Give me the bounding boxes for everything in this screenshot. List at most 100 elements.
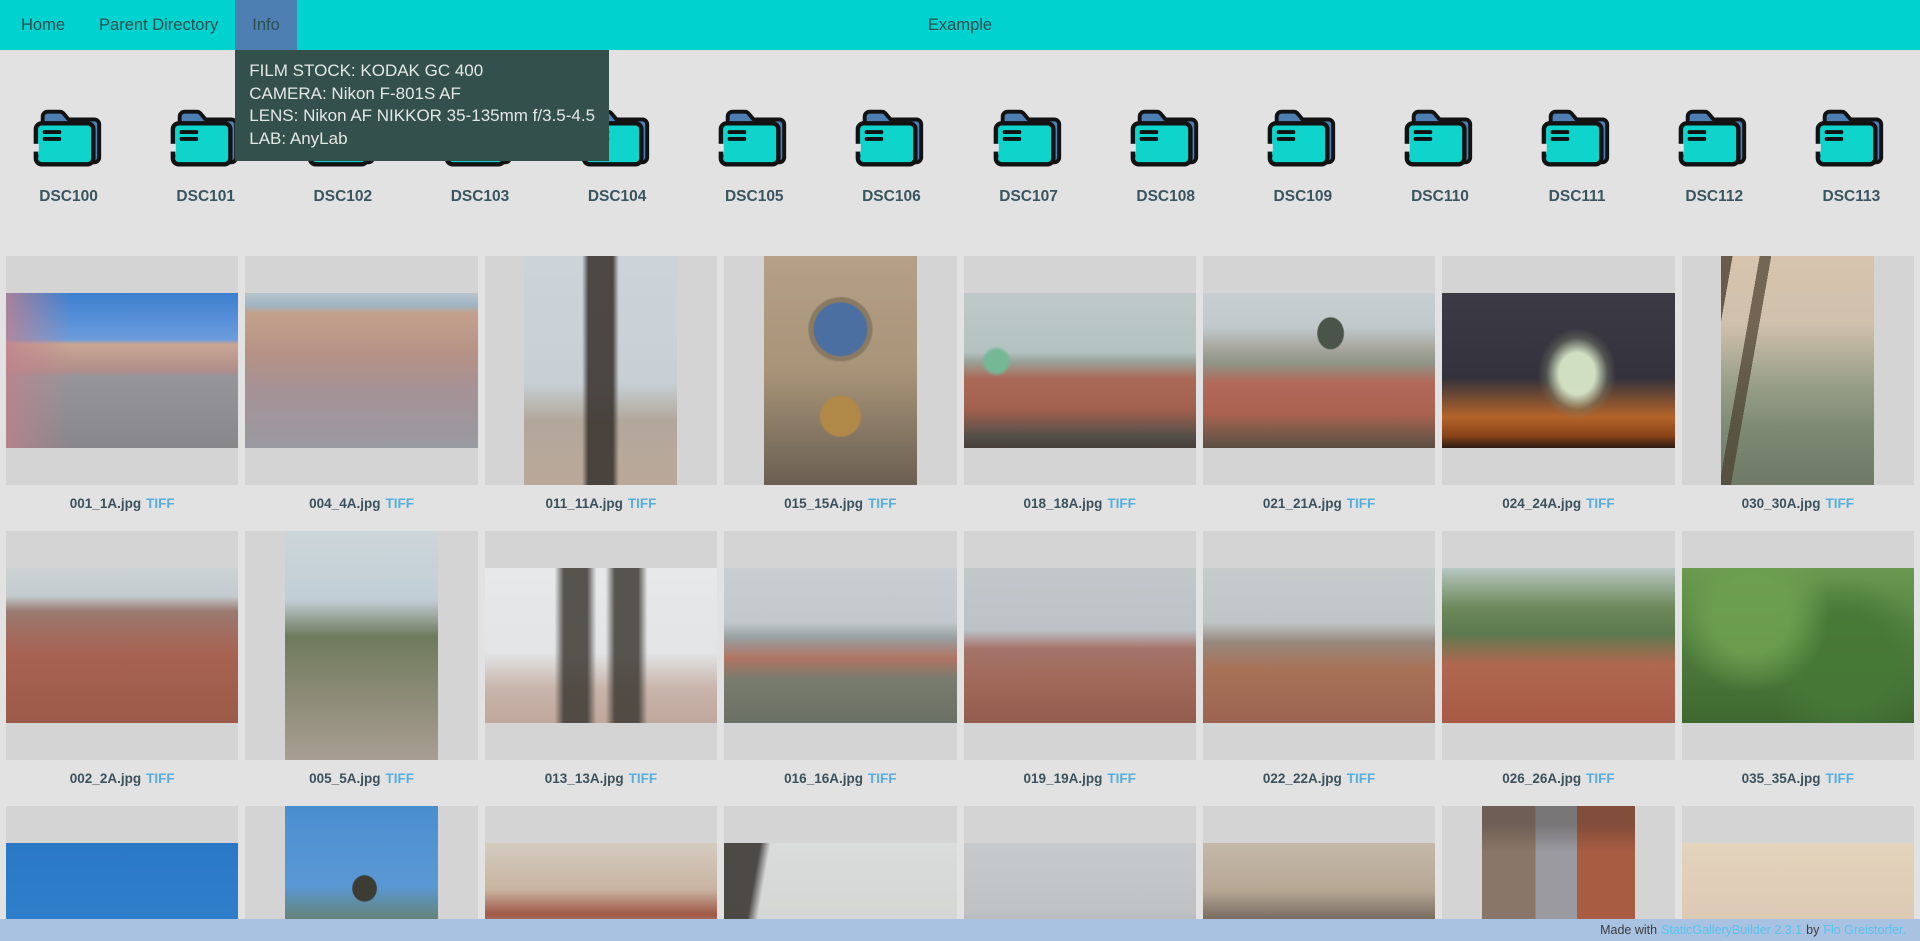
gallery-cell: 018_18A.jpgTIFF (964, 256, 1196, 526)
tiff-link[interactable]: TIFF (1586, 496, 1615, 511)
photo-thumbnail[interactable] (1682, 568, 1914, 723)
tiff-link[interactable]: TIFF (1107, 496, 1136, 511)
photo-filename: 016_16A.jpg (784, 771, 863, 786)
photo-thumbnail[interactable] (724, 568, 956, 723)
folder-icon (1671, 98, 1757, 174)
nav-item-info[interactable]: Info FILM STOCK: KODAK GC 400 CAMERA: Ni… (235, 0, 297, 50)
tiff-link[interactable]: TIFF (1107, 771, 1136, 786)
photo-caption: 016_16A.jpg TIFF (724, 771, 956, 786)
photo-thumbnail[interactable] (524, 256, 677, 485)
photo-tile[interactable] (724, 256, 956, 485)
gallery-cell: 030_30A.jpgTIFF (1682, 256, 1914, 526)
tiff-link[interactable]: TIFF (146, 496, 175, 511)
photo-caption: 015_15A.jpgTIFF (724, 496, 956, 511)
builder-link[interactable]: StaticGalleryBuilder 2.3.1 (1661, 923, 1802, 937)
nav-item-label: Info (252, 16, 280, 35)
folder-item-dsc111[interactable]: DSC111 (1509, 98, 1646, 206)
photo-caption: 001_1A.jpg TIFF (6, 496, 238, 511)
folder-item-dsc106[interactable]: DSC106 (823, 98, 960, 206)
folder-item-dsc105[interactable]: DSC105 (686, 98, 823, 206)
folder-label: DSC106 (862, 188, 921, 206)
photo-filename: 005_5A.jpg (309, 771, 380, 786)
photo-tile[interactable] (245, 256, 477, 485)
nav-item-home[interactable]: Home (4, 0, 82, 50)
nav-item-label: Home (21, 16, 65, 35)
folder-icon (1260, 98, 1346, 174)
tiff-link[interactable]: TIFF (1347, 771, 1376, 786)
nav-item-parent-directory[interactable]: Parent Directory (82, 0, 235, 50)
photo-tile[interactable] (485, 256, 717, 485)
photo-caption: 024_24A.jpg TIFF (1442, 496, 1674, 511)
info-tooltip: FILM STOCK: KODAK GC 400 CAMERA: Nikon F… (235, 50, 609, 161)
photo-thumbnail[interactable] (6, 293, 238, 448)
photo-thumbnail[interactable] (485, 568, 717, 723)
photo-thumbnail[interactable] (1203, 568, 1435, 723)
folder-label: DSC110 (1411, 188, 1469, 206)
photo-caption: 035_35A.jpgTIFF (1682, 771, 1914, 786)
footer-bar: Made with StaticGalleryBuilder 2.3.1 by … (0, 919, 1920, 941)
folder-label: DSC109 (1274, 188, 1333, 206)
photo-thumbnail[interactable] (964, 293, 1196, 448)
tiff-link[interactable]: TIFF (385, 496, 414, 511)
photo-tile[interactable] (6, 531, 238, 760)
tiff-link[interactable]: TIFF (628, 496, 657, 511)
tiff-link[interactable]: TIFF (146, 771, 175, 786)
photo-thumbnail[interactable] (1203, 293, 1435, 448)
photo-filename: 013_13A.jpg (545, 771, 624, 786)
gallery-grid: 001_1A.jpgTIFF004_4A.jpgTIFF011_11A.jpgT… (6, 256, 1914, 941)
photo-thumbnail[interactable] (6, 568, 238, 723)
tiff-link[interactable]: TIFF (629, 771, 658, 786)
gallery-cell: 019_19A.jpg TIFF (964, 531, 1196, 801)
photo-tile[interactable] (245, 531, 477, 760)
photo-tile[interactable] (724, 531, 956, 760)
photo-tile[interactable] (964, 531, 1196, 760)
photo-tile[interactable] (964, 256, 1196, 485)
photo-thumbnail[interactable] (1442, 293, 1674, 448)
gallery-cell: 001_1A.jpg TIFF (6, 256, 238, 526)
photo-thumbnail[interactable] (1442, 568, 1674, 723)
photo-tile[interactable] (1203, 531, 1435, 760)
photo-filename: 024_24A.jpg (1502, 496, 1581, 511)
photo-tile[interactable] (1203, 256, 1435, 485)
photo-filename: 026_26A.jpg (1502, 771, 1581, 786)
folder-item-dsc100[interactable]: DSC100 (0, 98, 137, 206)
photo-caption: 026_26A.jpg TIFF (1442, 771, 1674, 786)
photo-tile[interactable] (1682, 531, 1914, 760)
gallery-cell: 013_13A.jpg TIFF (485, 531, 717, 801)
folder-item-dsc110[interactable]: DSC110 (1371, 98, 1508, 206)
photo-filename: 021_21A.jpg (1263, 496, 1342, 511)
photo-thumbnail[interactable] (245, 293, 477, 448)
photo-thumbnail[interactable] (964, 568, 1196, 723)
tiff-link[interactable]: TIFF (1825, 771, 1854, 786)
tiff-link[interactable]: TIFF (868, 496, 897, 511)
folder-item-dsc112[interactable]: DSC112 (1646, 98, 1783, 206)
photo-tile[interactable] (1442, 256, 1674, 485)
photo-tile[interactable] (1442, 531, 1674, 760)
tiff-link[interactable]: TIFF (1586, 771, 1615, 786)
photo-caption: 021_21A.jpg TIFF (1203, 496, 1435, 511)
photo-thumbnail[interactable] (764, 256, 917, 485)
tooltip-line-lens: LENS: Nikon AF NIKKOR 35-135mm f/3.5-4.5 (249, 105, 595, 128)
photo-thumbnail[interactable] (285, 531, 438, 760)
photo-tile[interactable] (6, 256, 238, 485)
folder-item-dsc109[interactable]: DSC109 (1234, 98, 1371, 206)
photo-filename: 001_1A.jpg (70, 496, 141, 511)
tooltip-line-camera: CAMERA: Nikon F-801S AF (249, 83, 595, 106)
tiff-link[interactable]: TIFF (1347, 496, 1376, 511)
photo-tile[interactable] (485, 531, 717, 760)
folder-item-dsc107[interactable]: DSC107 (960, 98, 1097, 206)
top-nav-bar: Home Parent Directory Info FILM STOCK: K… (0, 0, 1920, 50)
tiff-link[interactable]: TIFF (1825, 496, 1854, 511)
tiff-link[interactable]: TIFF (868, 771, 897, 786)
tooltip-line-film-stock: FILM STOCK: KODAK GC 400 (249, 60, 595, 83)
folder-item-dsc113[interactable]: DSC113 (1783, 98, 1920, 206)
folder-label: DSC103 (451, 188, 510, 206)
footer-by-text: by (1806, 923, 1819, 937)
author-link[interactable]: Flo Greistorfer. (1823, 923, 1906, 937)
tiff-link[interactable]: TIFF (385, 771, 414, 786)
photo-tile[interactable] (1682, 256, 1914, 485)
photo-thumbnail[interactable] (1721, 256, 1874, 485)
gallery-cell: 016_16A.jpg TIFF (724, 531, 956, 801)
folder-item-dsc108[interactable]: DSC108 (1097, 98, 1234, 206)
photo-filename: 019_19A.jpg (1024, 771, 1103, 786)
